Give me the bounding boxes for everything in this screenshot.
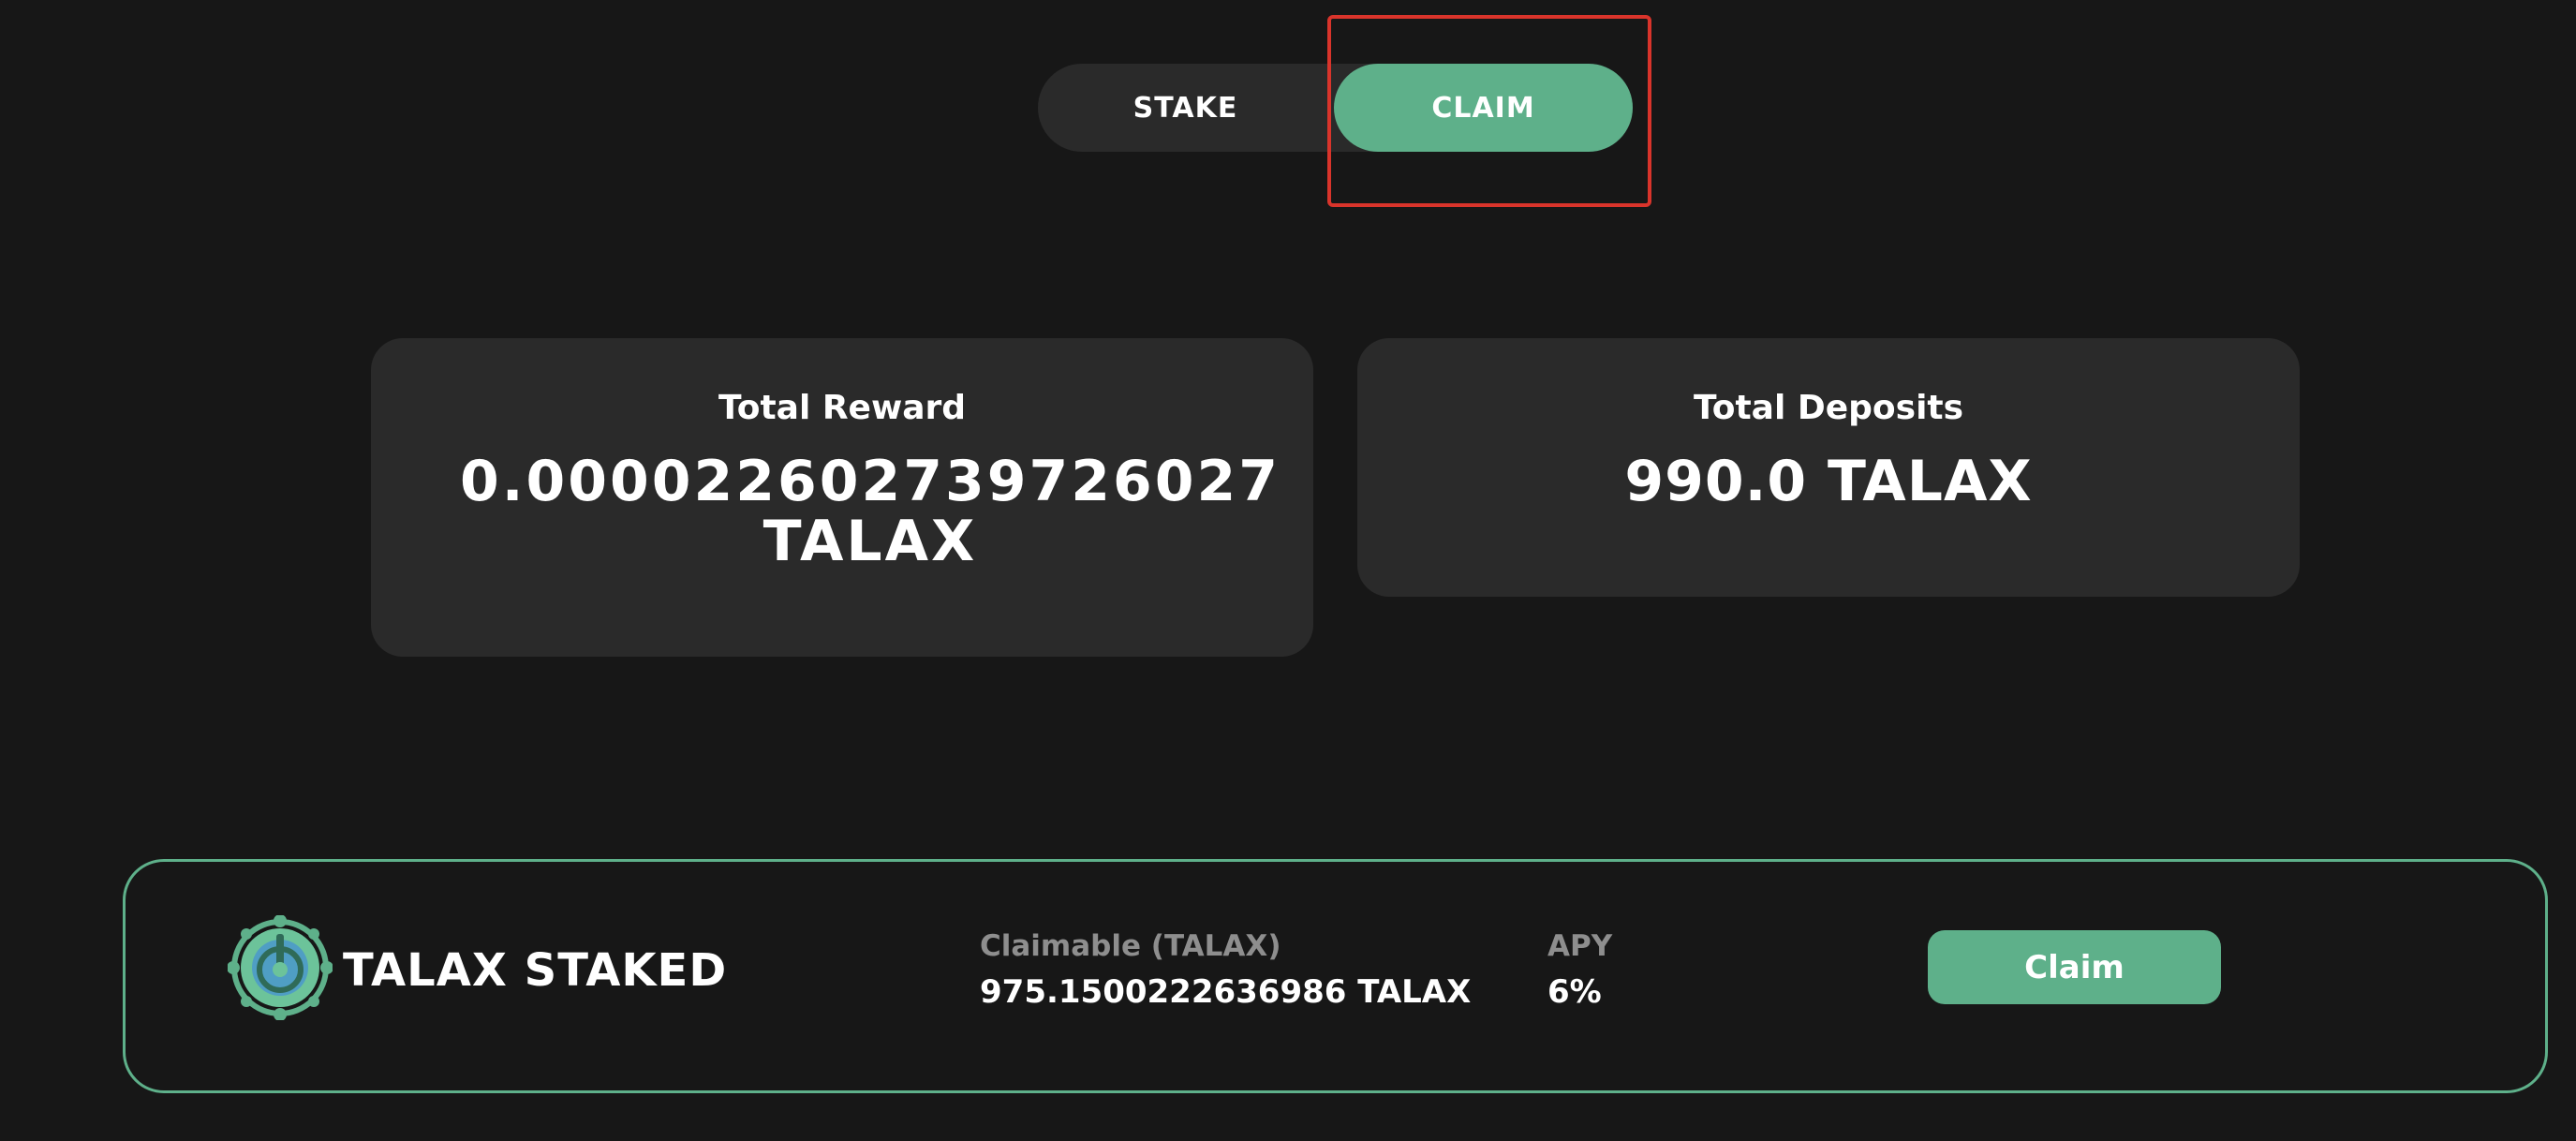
claimable-value: 975.1500222636986 TALAX xyxy=(980,973,1472,1011)
total-deposits-label: Total Deposits xyxy=(1693,389,1964,427)
total-reward-card: Total Reward 0.000022602739726027 TALAX xyxy=(371,338,1313,657)
talax-staked-title: TALAX STAKED xyxy=(343,944,728,997)
talax-power-logo-icon xyxy=(227,914,333,1021)
total-reward-label: Total Reward xyxy=(718,389,967,427)
total-reward-value: 0.000022602739726027 TALAX xyxy=(459,449,1281,574)
total-deposits-value: 990.0 TALAX xyxy=(1624,449,2033,514)
tab-stake[interactable]: STAKE xyxy=(1038,64,1333,152)
claimable-label: Claimable (TALAX) xyxy=(980,929,1281,963)
apy-label: APY xyxy=(1547,929,1613,963)
stake-claim-toggle: STAKE CLAIM xyxy=(1038,64,1633,152)
tab-claim[interactable]: CLAIM xyxy=(1334,64,1633,152)
total-deposits-card: Total Deposits 990.0 TALAX xyxy=(1357,338,2300,597)
apy-value: 6% xyxy=(1547,973,1602,1011)
talax-staked-panel: TALAX STAKED Claimable (TALAX) 975.15002… xyxy=(123,859,2548,1093)
staking-page: STAKE CLAIM Total Reward 0.0000226027397… xyxy=(0,0,2576,1141)
claim-button[interactable]: Claim xyxy=(1928,930,2221,1004)
